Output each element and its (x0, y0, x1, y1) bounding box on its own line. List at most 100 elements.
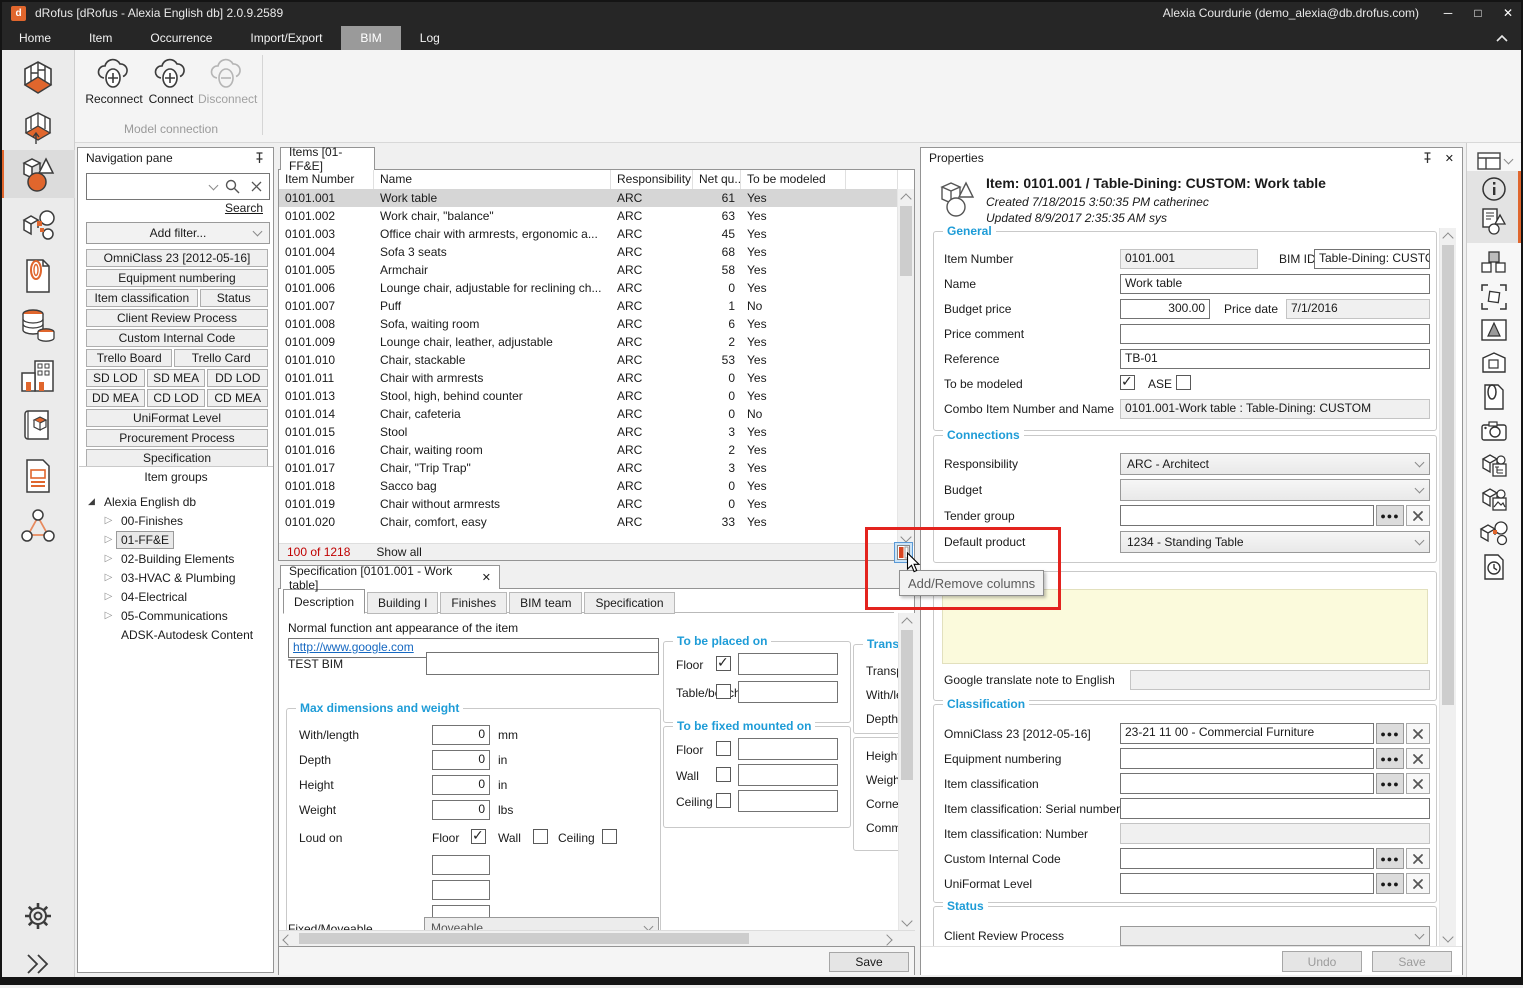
table-row[interactable]: 0101.003 Office chair with armrests, erg… (279, 225, 898, 243)
sidebar-item-data-tables[interactable] (0, 302, 75, 350)
filter-specification[interactable]: Specification (86, 449, 268, 467)
table-row[interactable]: 0101.006 Lounge chair, adjustable for re… (279, 279, 898, 297)
custom-internal-code-field[interactable] (1120, 848, 1374, 869)
menu-bim[interactable]: BIM (341, 26, 400, 50)
undo-button[interactable]: Undo (1282, 951, 1362, 972)
fixed-wall-checkbox[interactable] (716, 767, 731, 782)
search-icon[interactable] (225, 179, 240, 194)
filter-procurement-process[interactable]: Procurement Process (86, 429, 268, 447)
tender-group-field[interactable] (1120, 505, 1374, 526)
clear-search-icon[interactable] (250, 180, 263, 193)
spec-save-button[interactable]: Save (829, 952, 909, 972)
scroll-down-icon[interactable] (899, 915, 915, 930)
sidebar-item-room-data[interactable] (0, 104, 75, 152)
spec-horizontal-scrollbar[interactable] (279, 930, 915, 946)
item-structure-tool[interactable] (1467, 449, 1521, 481)
column-header-responsibility[interactable]: Responsibility (611, 170, 693, 189)
filter-dd-lod[interactable]: DD LOD (207, 369, 268, 387)
spec-vertical-scrollbar[interactable] (898, 613, 915, 930)
box-preview-tool[interactable] (1467, 347, 1521, 379)
table-row[interactable]: 0101.009 Lounge chair, leather, adjustab… (279, 333, 898, 351)
tree-item[interactable]: Alexia English db (84, 492, 270, 511)
uniformat-field[interactable] (1120, 873, 1374, 894)
filter-dd-mea[interactable]: DD MEA (86, 389, 145, 407)
tree-item[interactable]: 05-Communications (84, 606, 270, 625)
add-filter-button[interactable]: Add filter... (86, 222, 270, 244)
properties-vertical-scrollbar[interactable] (1439, 228, 1456, 946)
info-tool[interactable] (1467, 173, 1521, 205)
sidebar-item-rooms[interactable] (0, 54, 75, 102)
tree-item[interactable]: 03-HVAC & Plumbing (84, 568, 270, 587)
uniformat-clear-button[interactable] (1406, 873, 1430, 894)
menu-log[interactable]: Log (401, 26, 459, 50)
products-tool[interactable] (1467, 247, 1521, 279)
tree-expander-icon[interactable] (101, 591, 116, 602)
filter-client-review[interactable]: Client Review Process (86, 309, 268, 327)
dimension-input[interactable]: 0 (432, 800, 490, 820)
fixed-wall-input[interactable] (738, 764, 838, 786)
table-row[interactable]: 0101.018 Sacco bag ARC 0 Yes (279, 477, 898, 495)
bim-id-field[interactable]: Table-Dining: CUSTOM (1314, 249, 1430, 269)
tree-expander-icon[interactable] (101, 572, 116, 583)
tree-expander-icon[interactable] (101, 534, 116, 545)
search-dropdown-icon[interactable] (209, 180, 219, 190)
fixed-floor-checkbox[interactable] (716, 741, 731, 756)
filter-equipment-numbering[interactable]: Equipment numbering (86, 269, 268, 287)
table-row[interactable]: 0101.004 Sofa 3 seats ARC 68 Yes (279, 243, 898, 261)
filter-trello-card[interactable]: Trello Card (174, 349, 268, 367)
sidebar-item-relations-diagram[interactable] (0, 502, 75, 550)
filter-cd-mea[interactable]: CD MEA (207, 389, 268, 407)
omniclass-clear-button[interactable] (1406, 723, 1430, 744)
table-row[interactable]: 0101.019 Chair without armrests ARC 0 Ye… (279, 495, 898, 513)
sidebar-item-reports[interactable] (0, 452, 75, 500)
sidebar-item-items[interactable] (0, 150, 75, 198)
reference-field[interactable]: TB-01 (1120, 349, 1430, 369)
history-log-tool[interactable] (1467, 551, 1521, 583)
model-view-tool[interactable] (1467, 281, 1521, 313)
budget-dropdown[interactable] (1120, 479, 1430, 501)
table-row[interactable]: 0101.020 Chair, comfort, easy ARC 33 Yes (279, 513, 898, 531)
reconnect-button[interactable]: Reconnect (85, 56, 143, 106)
fixed-ceiling-input[interactable] (738, 790, 838, 812)
items-tab[interactable]: Items [01-FF&E] (280, 147, 375, 170)
properties-save-button[interactable]: Save (1372, 951, 1452, 972)
loud-ceiling-checkbox[interactable] (602, 829, 617, 844)
equipment-numbering-field[interactable] (1120, 748, 1374, 769)
tab-specification[interactable]: Specification (584, 592, 674, 614)
table-row[interactable]: 0101.011 Chair with armrests ARC 0 Yes (279, 369, 898, 387)
scroll-right-icon[interactable] (881, 934, 892, 945)
tab-building-i[interactable]: Building I (367, 592, 438, 614)
table-row[interactable]: 0101.017 Chair, "Trip Trap" ARC 3 Yes (279, 459, 898, 477)
item-images-tool[interactable] (1467, 483, 1521, 515)
tree-expander-icon[interactable] (101, 610, 116, 621)
client-review-process-dropdown[interactable] (1120, 926, 1430, 946)
tree-expander-icon[interactable] (101, 553, 116, 564)
ase-checkbox[interactable] (1176, 375, 1191, 390)
tree-item[interactable]: 02-Building Elements (84, 549, 270, 568)
photos-tool[interactable] (1467, 415, 1521, 447)
dimension-input[interactable]: 0 (432, 775, 490, 795)
collapse-ribbon-icon[interactable] (1495, 26, 1509, 50)
filter-sd-lod[interactable]: SD LOD (86, 369, 145, 387)
table-row[interactable]: 0101.005 Armchair ARC 58 Yes (279, 261, 898, 279)
dimension-input[interactable]: 0 (432, 725, 490, 745)
table-row[interactable]: 0101.015 Stool ARC 3 Yes (279, 423, 898, 441)
serial-number-field[interactable] (1120, 798, 1430, 819)
filter-omniclass[interactable]: OmniClass 23 [2012-05-16] (86, 249, 268, 267)
tree-expander-icon[interactable] (101, 515, 116, 526)
sidebar-item-buildings[interactable] (0, 352, 75, 400)
tree-item[interactable]: 01-FF&E (84, 530, 270, 549)
connect-button[interactable]: Connect (142, 56, 200, 106)
table-row[interactable]: 0101.002 Work chair, "balance" ARC 63 Ye… (279, 207, 898, 225)
equipment-clear-button[interactable] (1406, 748, 1430, 769)
tender-clear-button[interactable] (1406, 505, 1430, 526)
table-row[interactable]: 0101.013 Stool, high, behind counter ARC… (279, 387, 898, 405)
item-classification-clear-button[interactable] (1406, 773, 1430, 794)
close-button[interactable]: ✕ (1493, 0, 1523, 26)
menu-import-export[interactable]: Import/Export (231, 26, 341, 50)
budget-price-field[interactable]: 300.00 (1120, 299, 1210, 319)
pin-icon[interactable] (254, 152, 265, 164)
custom-code-clear-button[interactable] (1406, 848, 1430, 869)
fixed-ceiling-checkbox[interactable] (716, 793, 731, 808)
3d-object-tool[interactable] (1467, 313, 1521, 345)
